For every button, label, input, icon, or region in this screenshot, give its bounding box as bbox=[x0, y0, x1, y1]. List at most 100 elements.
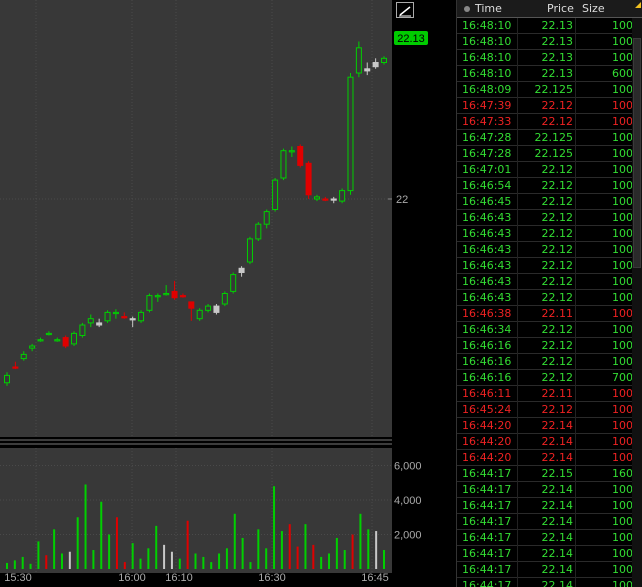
trade-row[interactable]: 16:45:24 22.12 100 bbox=[457, 402, 633, 418]
trade-row[interactable]: 16:47:33 22.12 100 bbox=[457, 114, 633, 130]
size-column-header[interactable]: Size bbox=[582, 2, 605, 15]
trade-size: 100 bbox=[612, 339, 633, 352]
candle-body bbox=[20, 353, 27, 360]
time-column-header[interactable]: Time bbox=[475, 2, 502, 15]
trade-row[interactable]: 16:46:43 22.12 100 bbox=[457, 290, 633, 306]
volume-bar bbox=[76, 517, 79, 569]
trade-row[interactable]: 16:46:43 22.12 100 bbox=[457, 226, 633, 242]
trade-time: 16:46:43 bbox=[462, 211, 512, 224]
trade-price: 22.12 bbox=[541, 339, 574, 352]
trade-price: 22.14 bbox=[541, 483, 574, 496]
trade-row[interactable]: 16:48:10 22.13 100 bbox=[457, 34, 633, 50]
trade-row[interactable]: 16:46:16 22.12 700 bbox=[457, 370, 633, 386]
volume-bar bbox=[115, 517, 118, 569]
trade-row[interactable]: 16:44:17 22.15 160 bbox=[457, 466, 633, 482]
trade-price: 22.14 bbox=[541, 435, 574, 448]
trade-row[interactable]: 16:48:10 22.13 100 bbox=[457, 18, 633, 34]
trade-price: 22.12 bbox=[541, 403, 574, 416]
trade-row[interactable]: 16:47:39 22.12 100 bbox=[457, 98, 633, 114]
trade-row[interactable]: 16:44:17 22.14 100 bbox=[457, 482, 633, 498]
candle bbox=[138, 310, 145, 323]
trade-time: 16:46:38 bbox=[462, 307, 512, 320]
trade-row[interactable]: 16:46:11 22.11 100 bbox=[457, 386, 633, 402]
trade-row[interactable]: 16:46:43 22.12 100 bbox=[457, 210, 633, 226]
trade-time: 16:44:17 bbox=[462, 531, 512, 544]
time-and-sales-panel[interactable]: Time Price Size 16:48:10 22.13 100 16:48:10… bbox=[456, 0, 642, 587]
trade-size: 100 bbox=[612, 275, 633, 288]
trade-size: 100 bbox=[612, 211, 633, 224]
volume-bar bbox=[375, 531, 378, 569]
trade-size: 100 bbox=[612, 259, 633, 272]
volume-axis-label: 4,000 bbox=[394, 495, 422, 507]
trade-row[interactable]: 16:46:43 22.12 100 bbox=[457, 258, 633, 274]
time-and-sales-list[interactable]: 16:48:10 22.13 100 16:48:10 22.13 100 16:48:10… bbox=[457, 18, 633, 587]
trade-price: 22.125 bbox=[534, 147, 574, 160]
drawing-tool-button[interactable] bbox=[396, 2, 414, 18]
time-axis-label: 16:10 bbox=[165, 572, 193, 584]
vertical-scrollbar[interactable] bbox=[632, 18, 642, 587]
volume-bar bbox=[53, 529, 56, 569]
trade-time: 16:47:39 bbox=[462, 99, 512, 112]
trade-row[interactable]: 16:46:54 22.12 100 bbox=[457, 178, 633, 194]
trade-row[interactable]: 16:48:09 22.125 100 bbox=[457, 82, 633, 98]
trade-row[interactable]: 16:46:43 22.12 100 bbox=[457, 242, 633, 258]
volume-bar bbox=[351, 534, 354, 569]
volume-bar bbox=[367, 529, 370, 569]
trade-price: 22.15 bbox=[541, 467, 574, 480]
candle bbox=[230, 272, 237, 294]
trade-size: 100 bbox=[612, 99, 633, 112]
volume-axis-label: 6,000 bbox=[394, 461, 422, 473]
trade-row[interactable]: 16:46:38 22.11 100 bbox=[457, 306, 633, 322]
candle bbox=[62, 335, 69, 349]
trade-row[interactable]: 16:47:28 22.125 100 bbox=[457, 146, 633, 162]
volume-bar bbox=[147, 548, 150, 569]
trade-row[interactable]: 16:44:20 22.14 100 bbox=[457, 418, 633, 434]
trade-price: 22.125 bbox=[534, 83, 574, 96]
trade-row[interactable]: 16:46:16 22.12 100 bbox=[457, 354, 633, 370]
trade-row[interactable]: 16:46:45 22.12 100 bbox=[457, 194, 633, 210]
trade-row[interactable]: 16:46:34 22.12 100 bbox=[457, 322, 633, 338]
trade-row[interactable]: 16:46:43 22.12 100 bbox=[457, 274, 633, 290]
candle bbox=[71, 331, 78, 346]
candle-body bbox=[12, 366, 19, 369]
trade-row[interactable]: 16:44:17 22.14 100 bbox=[457, 546, 633, 562]
trade-time: 16:46:43 bbox=[462, 291, 512, 304]
trade-price: 22.14 bbox=[541, 499, 574, 512]
trade-price: 22.12 bbox=[541, 211, 574, 224]
trade-time: 16:44:17 bbox=[462, 499, 512, 512]
trade-row[interactable]: 16:44:17 22.14 100 bbox=[457, 578, 633, 587]
trade-time: 16:44:17 bbox=[462, 563, 512, 576]
trade-price: 22.12 bbox=[541, 163, 574, 176]
trade-row[interactable]: 16:47:28 22.125 100 bbox=[457, 130, 633, 146]
trade-row[interactable]: 16:44:20 22.14 100 bbox=[457, 434, 633, 450]
trade-row[interactable]: 16:44:17 22.14 100 bbox=[457, 530, 633, 546]
trade-time: 16:46:43 bbox=[462, 227, 512, 240]
chart-pane[interactable]: 22 6,000 4,000 2,000 15:30 16:00 16:10 16:30 16:… bbox=[0, 0, 456, 587]
trade-price: 22.12 bbox=[541, 291, 574, 304]
trade-size: 100 bbox=[612, 531, 633, 544]
trade-row[interactable]: 16:48:10 22.13 100 bbox=[457, 50, 633, 66]
candle-body bbox=[62, 337, 69, 347]
trade-size: 100 bbox=[612, 179, 633, 192]
trade-row[interactable]: 16:44:17 22.14 100 bbox=[457, 498, 633, 514]
volume-bar bbox=[335, 537, 338, 569]
trade-time: 16:46:34 bbox=[462, 323, 512, 336]
volume-bar bbox=[186, 520, 189, 569]
trade-row[interactable]: 16:44:17 22.14 100 bbox=[457, 562, 633, 578]
trade-row[interactable]: 16:48:10 22.13 600 bbox=[457, 66, 633, 82]
price-chart[interactable]: 22 6,000 4,000 2,000 15:30 16:00 16:10 16:30 16:… bbox=[0, 0, 456, 587]
column-resize-corner-icon[interactable] bbox=[635, 2, 641, 8]
scrollbar-thumb[interactable] bbox=[633, 38, 641, 268]
trade-row[interactable]: 16:47:01 22.12 100 bbox=[457, 162, 633, 178]
trade-time: 16:46:16 bbox=[462, 339, 512, 352]
trade-row[interactable]: 16:44:17 22.14 100 bbox=[457, 514, 633, 530]
trade-row[interactable]: 16:44:20 22.14 100 bbox=[457, 450, 633, 466]
candle-body bbox=[246, 238, 253, 263]
volume-bar bbox=[178, 558, 181, 569]
trade-row[interactable]: 16:46:16 22.12 100 bbox=[457, 338, 633, 354]
candle-body bbox=[196, 309, 203, 320]
trade-price: 22.125 bbox=[534, 131, 574, 144]
price-column-header[interactable]: Price bbox=[547, 2, 574, 15]
trade-size: 100 bbox=[612, 51, 633, 64]
candle-body bbox=[54, 339, 61, 342]
